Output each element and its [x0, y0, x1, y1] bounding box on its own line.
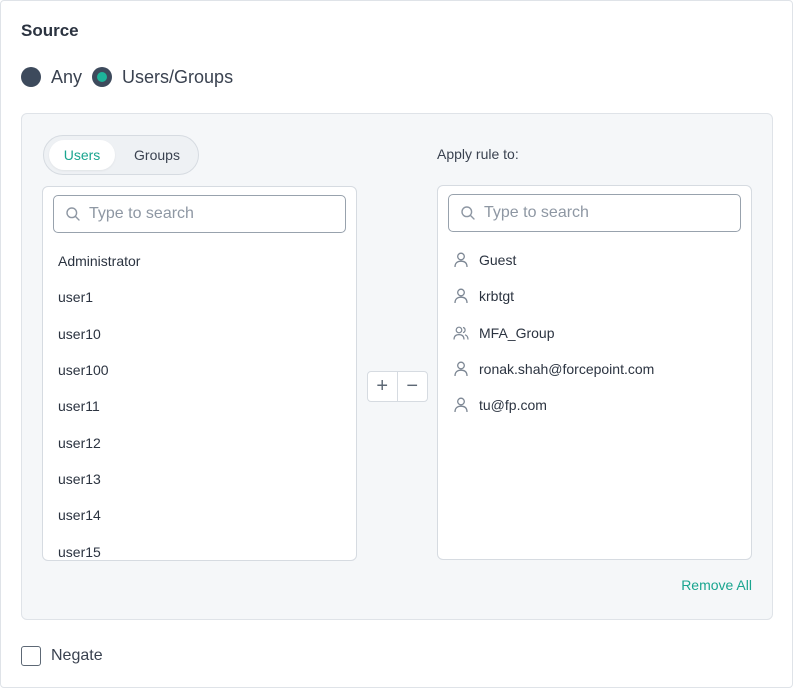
- list-item-label: tu@fp.com: [479, 397, 547, 414]
- user-icon: [454, 397, 468, 413]
- tab-groups[interactable]: Groups: [121, 140, 193, 170]
- add-button[interactable]: +: [368, 372, 398, 401]
- list-item-label: Guest: [479, 252, 517, 269]
- list-item[interactable]: Administrator: [43, 243, 356, 279]
- remove-all-link[interactable]: Remove All: [681, 577, 752, 593]
- list-item-label: krbtgt: [479, 288, 515, 305]
- available-search[interactable]: [53, 195, 346, 233]
- search-icon: [66, 207, 80, 221]
- move-buttons: + −: [367, 371, 428, 402]
- list-item-label: ronak.shah@forcepoint.com: [479, 361, 655, 378]
- list-item[interactable]: user11: [43, 388, 356, 424]
- applied-list: Guest krbtgt MFA_Group ronak.shah@forcepoin…: [437, 185, 752, 560]
- radio-users-groups-label: Users/Groups: [122, 66, 234, 87]
- available-items: Administrator user1 user10 user100 user11 use…: [43, 243, 356, 560]
- radio-any[interactable]: Any: [21, 67, 82, 88]
- applied-search[interactable]: [448, 194, 741, 232]
- user-icon: [454, 361, 468, 377]
- radio-any-label: Any: [51, 66, 83, 87]
- list-item[interactable]: tu@fp.com: [438, 387, 751, 423]
- negate-checkbox[interactable]: Negate: [21, 645, 103, 667]
- list-item[interactable]: Guest: [438, 242, 751, 278]
- negate-label: Negate: [51, 647, 103, 664]
- available-search-input[interactable]: [89, 205, 329, 223]
- users-groups-toggle: Users Groups: [43, 135, 199, 175]
- radio-users-groups-dot[interactable]: [92, 67, 113, 87]
- list-item[interactable]: user1: [43, 279, 356, 315]
- user-picker-panel: Users Groups Apply rule to: Administrato…: [21, 113, 773, 620]
- radio-users-groups[interactable]: Users/Groups: [92, 67, 233, 88]
- section-title: Source: [21, 21, 79, 40]
- radio-any-dot[interactable]: [21, 67, 41, 87]
- list-item[interactable]: user14: [43, 497, 356, 533]
- list-item[interactable]: user13: [43, 461, 356, 497]
- list-item[interactable]: ronak.shah@forcepoint.com: [438, 351, 751, 387]
- source-card: Source Any Users/Groups Users Groups App…: [0, 0, 793, 688]
- list-item[interactable]: user12: [43, 424, 356, 460]
- applied-search-input[interactable]: [484, 204, 724, 222]
- available-list: Administratoruser1user10user100user11use…: [42, 186, 357, 561]
- negate-checkbox-box[interactable]: [21, 646, 41, 666]
- list-item[interactable]: user15: [43, 533, 356, 560]
- group-icon: [453, 326, 469, 340]
- list-item[interactable]: user100: [43, 352, 356, 388]
- source-radio-group: Any Users/Groups: [21, 65, 243, 89]
- tab-users[interactable]: Users: [49, 140, 115, 170]
- remove-button[interactable]: −: [398, 372, 427, 401]
- list-item[interactable]: user10: [43, 316, 356, 352]
- list-item[interactable]: krbtgt: [438, 278, 751, 314]
- user-icon: [454, 252, 468, 268]
- applied-items: Guest krbtgt MFA_Group ronak.shah@forcepoin…: [438, 242, 751, 423]
- list-item[interactable]: MFA_Group: [438, 315, 751, 351]
- apply-rule-label: Apply rule to:: [437, 146, 519, 162]
- user-icon: [454, 288, 468, 304]
- list-item-label: MFA_Group: [479, 324, 555, 341]
- search-icon: [461, 206, 475, 220]
